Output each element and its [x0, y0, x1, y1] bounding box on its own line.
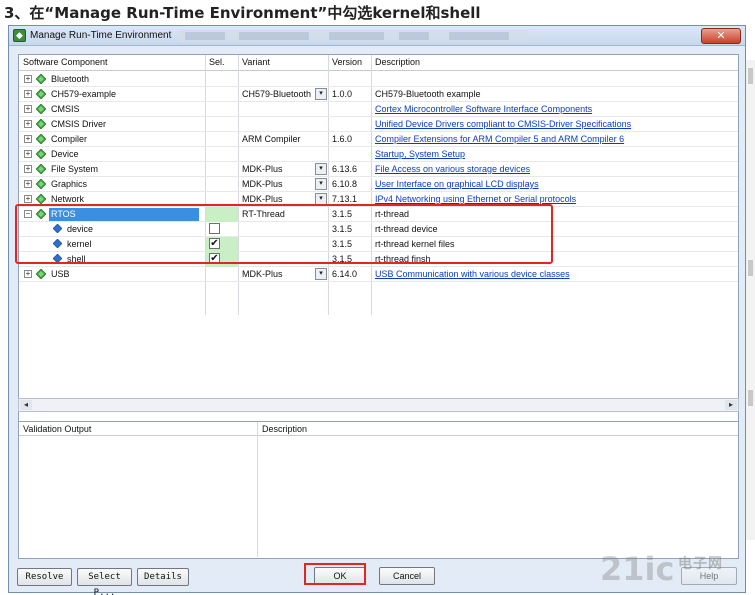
scroll-left-icon[interactable]: ◂	[20, 400, 32, 410]
component-name: Device	[51, 149, 79, 159]
details-button[interactable]: Details	[137, 568, 189, 586]
window-title: Manage Run-Time Environment	[30, 30, 172, 41]
component-row[interactable]: + CH579-example CH579-Bluetooth ▾ 1.0.0 CH579…	[19, 87, 738, 102]
expander-icon[interactable]: +	[24, 150, 32, 158]
component-name: File System	[51, 164, 99, 174]
component-row[interactable]: + CMSIS Driver Unified Device Drivers comp…	[19, 117, 738, 132]
variant-value[interactable]: CH579-Bluetooth	[242, 89, 311, 99]
component-icon	[35, 118, 47, 130]
page-heading: 3、在“Manage Run-Time Environment”中勾选kerne…	[4, 4, 481, 22]
component-icon	[35, 163, 47, 175]
component-row[interactable]: + File System MDK-Plus ▾ 6.13.6 File Access o…	[19, 162, 738, 177]
validation-output-header: Validation Output	[19, 422, 257, 436]
description-link[interactable]: Cortex Microcontroller Software Interfac…	[375, 104, 592, 114]
component-icon	[35, 148, 47, 160]
description-link[interactable]: USB Communication with various device cl…	[375, 269, 570, 279]
component-name: Graphics	[51, 179, 88, 189]
component-name: Bluetooth	[51, 74, 90, 84]
version-value: 6.10.8	[332, 179, 358, 189]
expander-icon[interactable]: +	[24, 165, 32, 173]
expander-icon[interactable]: +	[24, 105, 32, 113]
blurred-toolbar	[179, 30, 529, 42]
resolve-button[interactable]: Resolve	[17, 568, 72, 586]
grid-header: Software Component Sel. Variant Version …	[19, 55, 738, 71]
description-link[interactable]: IPv4 Networking using Ethernet or Serial…	[375, 194, 576, 204]
variant-dropdown-icon[interactable]: ▾	[315, 163, 327, 175]
version-value: 1.0.0	[332, 89, 353, 99]
component-row[interactable]: + Bluetooth	[19, 72, 738, 87]
description-link[interactable]: User Interface on graphical LCD displays	[375, 179, 539, 189]
validation-description-header: Description	[258, 422, 738, 436]
component-icon	[35, 178, 47, 190]
component-name: CMSIS	[51, 104, 80, 114]
description-link[interactable]: Compiler Extensions for ARM Compiler 5 a…	[375, 134, 624, 144]
component-icon	[35, 103, 47, 115]
component-name: CMSIS Driver	[51, 119, 107, 129]
col-variant[interactable]: Variant	[242, 57, 270, 67]
validation-panel: Validation Output Description	[18, 421, 739, 559]
component-name: Compiler	[51, 134, 88, 144]
horizontal-scrollbar[interactable]: ◂ ▸	[18, 398, 739, 412]
component-row[interactable]: + USB MDK-Plus ▾ 6.14.0 USB Communication wit…	[19, 267, 738, 282]
select-packs-button[interactable]: Select P...	[77, 568, 132, 595]
col-component[interactable]: Software Component	[23, 57, 108, 67]
variant-value[interactable]: MDK-Plus	[242, 179, 283, 189]
component-icon	[35, 73, 47, 85]
component-name: Network	[51, 194, 85, 204]
expander-icon[interactable]: +	[24, 270, 32, 278]
variant-dropdown-icon[interactable]: ▾	[315, 88, 327, 100]
expander-icon[interactable]: +	[24, 90, 32, 98]
variant-value[interactable]: ARM Compiler	[242, 134, 301, 144]
variant-dropdown-icon[interactable]: ▾	[315, 268, 327, 280]
rte-dialog: ◆ Manage Run-Time Environment ✕ Software…	[8, 25, 746, 595]
scroll-right-icon[interactable]: ▸	[725, 400, 737, 410]
description-text: CH579-Bluetooth example	[375, 89, 481, 99]
description-link[interactable]: File Access on various storage devices	[375, 164, 530, 174]
component-icon	[35, 133, 47, 145]
component-name: CH579-example	[51, 89, 117, 99]
expander-icon[interactable]: +	[24, 120, 32, 128]
col-description[interactable]: Description	[375, 57, 420, 67]
watermark-logo: 21ic	[600, 550, 675, 588]
cancel-button[interactable]: Cancel	[379, 567, 435, 585]
version-value: 6.14.0	[332, 269, 358, 279]
component-icon	[35, 268, 47, 280]
version-value: 1.6.0	[332, 134, 353, 144]
component-row[interactable]: + CMSIS Cortex Microcontroller Software In…	[19, 102, 738, 117]
expander-icon[interactable]: +	[24, 180, 32, 188]
component-row[interactable]: + Graphics MDK-Plus ▾ 6.10.8 User Interface o…	[19, 177, 738, 192]
variant-dropdown-icon[interactable]: ▾	[315, 178, 327, 190]
col-version[interactable]: Version	[332, 57, 362, 67]
component-row[interactable]: + Compiler ARM Compiler 1.6.0 Compiler Exten…	[19, 132, 738, 147]
expander-icon[interactable]: +	[24, 135, 32, 143]
description-link[interactable]: Unified Device Drivers compliant to CMSI…	[375, 119, 631, 129]
close-button[interactable]: ✕	[701, 28, 741, 44]
component-icon	[35, 88, 47, 100]
variant-value[interactable]: MDK-Plus	[242, 269, 283, 279]
version-value: 6.13.6	[332, 164, 358, 174]
variant-value[interactable]: MDK-Plus	[242, 194, 283, 204]
component-name: USB	[51, 269, 70, 279]
rtos-highlight-box	[15, 204, 553, 264]
variant-value[interactable]: MDK-Plus	[242, 164, 283, 174]
component-icon	[35, 193, 47, 205]
ok-highlight-box	[304, 563, 366, 585]
expander-icon[interactable]: +	[24, 75, 32, 83]
watermark-sub: 电子网	[678, 556, 723, 572]
expander-icon[interactable]: +	[24, 195, 32, 203]
component-row[interactable]: + Device Startup, System Setup	[19, 147, 738, 162]
description-link[interactable]: Startup, System Setup	[375, 149, 465, 159]
title-bar[interactable]: ◆ Manage Run-Time Environment ✕	[9, 26, 745, 46]
app-icon: ◆	[13, 29, 26, 42]
version-value: 7.13.1	[332, 194, 358, 204]
page-scroll-strip	[746, 60, 755, 540]
col-sel[interactable]: Sel.	[209, 57, 225, 67]
